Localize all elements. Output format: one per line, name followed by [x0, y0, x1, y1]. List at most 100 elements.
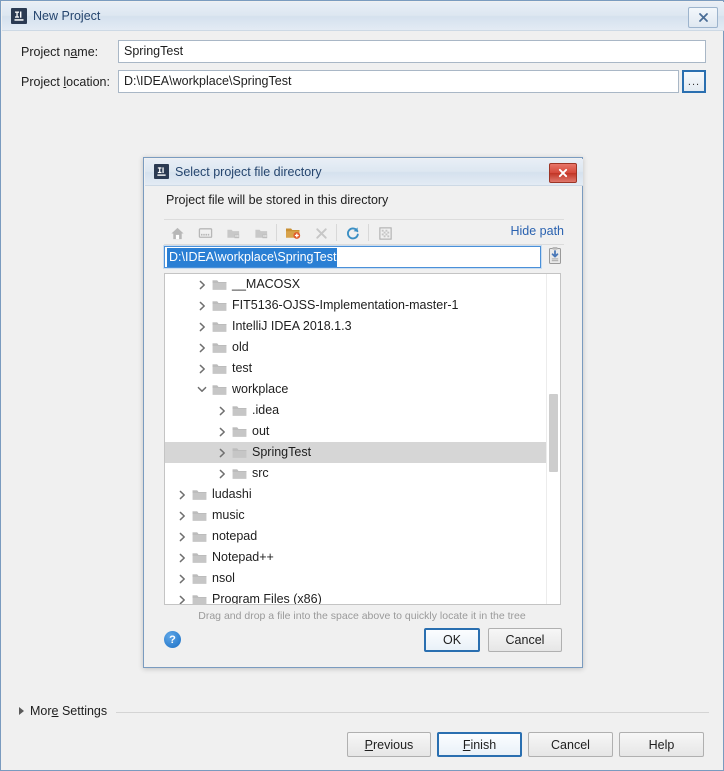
folder-icon	[191, 526, 207, 547]
project-location-input[interactable]: D:\IDEA\workplace\SpringTest	[118, 70, 679, 93]
chevron-right-icon[interactable]	[193, 316, 211, 337]
toolbar-separator	[276, 224, 277, 241]
tree-node-label: Notepad++	[212, 550, 274, 564]
tree-scrollbar[interactable]	[546, 274, 560, 604]
dialog-cancel-button[interactable]: Cancel	[488, 628, 562, 652]
tree-row[interactable]: out	[165, 421, 560, 442]
drag-drop-hint: Drag and drop a file into the space abov…	[198, 610, 526, 622]
chevron-right-icon[interactable]	[193, 337, 211, 358]
dialog-titlebar: Select project file directory	[145, 159, 583, 186]
tree-node-label: test	[232, 361, 253, 375]
chevron-right-icon[interactable]	[213, 442, 231, 463]
chevron-right-icon[interactable]	[173, 547, 191, 568]
tree-row[interactable]: SpringTest	[165, 442, 560, 463]
tree-row[interactable]: Notepad++	[165, 547, 560, 568]
folder-icon	[231, 421, 247, 442]
tree-row[interactable]: FIT5136-OJSS-Implementation-master-1	[165, 295, 560, 316]
tree-row[interactable]: test	[165, 358, 560, 379]
path-input[interactable]: D:\IDEA\workplace\SpringTest	[163, 245, 542, 269]
folder-icon	[231, 442, 247, 463]
chevron-right-icon[interactable]	[173, 589, 191, 604]
folder-icon	[191, 568, 207, 589]
refresh-icon[interactable]	[342, 223, 364, 243]
chevron-right-icon[interactable]	[213, 463, 231, 484]
folder-icon	[191, 505, 207, 526]
chevron-down-icon[interactable]	[193, 379, 211, 400]
tree-node-label: out	[252, 424, 270, 438]
toolbar-separator	[368, 224, 369, 241]
home-icon[interactable]	[166, 223, 188, 243]
show-hidden-icon[interactable]	[374, 223, 396, 243]
intellij-idea-icon	[11, 8, 27, 24]
tree-row[interactable]: notepad	[165, 526, 560, 547]
folder-icon	[211, 379, 227, 400]
new-folder-icon[interactable]	[282, 223, 304, 243]
new-project-window: New Project Project name: SpringTest Pro…	[0, 0, 724, 771]
tree-node-label: ludashi	[212, 487, 252, 501]
folder-icon	[211, 316, 227, 337]
project-location-label: Project location:	[21, 75, 110, 89]
tree-node-label: nsol	[212, 571, 235, 585]
dialog-title: Select project file directory	[175, 165, 322, 179]
tree-node-label: workplace	[232, 382, 289, 396]
dialog-close-button[interactable]	[549, 163, 577, 183]
desktop-icon[interactable]	[194, 223, 216, 243]
tree-row[interactable]: __MACOSX	[165, 274, 560, 295]
tree-row[interactable]: Program Files (x86)	[165, 589, 560, 605]
previous-button[interactable]: Previous	[347, 732, 431, 757]
cancel-button[interactable]: Cancel	[528, 732, 613, 757]
tree-node-label: SpringTest	[252, 445, 312, 459]
chevron-right-icon[interactable]	[173, 484, 191, 505]
tree-row[interactable]: music	[165, 505, 560, 526]
delete-icon[interactable]	[310, 223, 332, 243]
tree-row[interactable]: src	[165, 463, 560, 484]
toolbar-separator	[336, 224, 337, 241]
chevron-right-icon[interactable]	[173, 526, 191, 547]
project-name-label: Project name:	[21, 45, 99, 59]
tree-node-label: __MACOSX	[232, 277, 301, 291]
chevron-right-icon[interactable]	[213, 421, 231, 442]
window-close-button[interactable]	[688, 7, 718, 28]
tree-node-label: Program Files (x86)	[212, 592, 322, 605]
window-title: New Project	[33, 9, 101, 23]
tree-row[interactable]: old	[165, 337, 560, 358]
directory-tree[interactable]: __MACOSX FIT5136-OJSS-Implementation-mast…	[164, 273, 561, 605]
file-chooser-toolbar: Hide path	[164, 219, 564, 245]
hide-path-link[interactable]: Hide path	[510, 224, 564, 238]
chevron-right-icon[interactable]	[193, 358, 211, 379]
intellij-idea-icon	[154, 164, 169, 179]
project-name-input[interactable]: SpringTest	[118, 40, 706, 63]
folder-icon	[191, 484, 207, 505]
tree-row[interactable]: .idea	[165, 400, 560, 421]
tree-scrollbar-thumb[interactable]	[549, 394, 558, 472]
tree-node-label: FIT5136-OJSS-Implementation-master-1	[232, 298, 459, 312]
folder-icon	[231, 400, 247, 421]
more-settings-expander[interactable]: More Settings	[19, 704, 107, 718]
tree-row-container: __MACOSX FIT5136-OJSS-Implementation-mast…	[165, 274, 560, 605]
ok-button[interactable]: OK	[424, 628, 480, 652]
dialog-help-icon[interactable]: ?	[164, 631, 181, 648]
tree-node-label: notepad	[212, 529, 258, 543]
chevron-right-icon[interactable]	[173, 568, 191, 589]
help-button[interactable]: Help	[619, 732, 704, 757]
browse-location-button[interactable]: ...	[682, 70, 706, 93]
tree-row[interactable]: nsol	[165, 568, 560, 589]
folder-icon	[211, 295, 227, 316]
folder-icon	[231, 463, 247, 484]
paste-icon[interactable]	[547, 246, 563, 266]
folder-icon	[191, 589, 207, 604]
dialog-subtitle: Project file will be stored in this dire…	[166, 193, 389, 207]
project-dir-icon[interactable]	[222, 223, 244, 243]
tree-row[interactable]: ludashi	[165, 484, 560, 505]
tree-row[interactable]: IntelliJ IDEA 2018.1.3	[165, 316, 560, 337]
chevron-right-icon[interactable]	[193, 274, 211, 295]
finish-button[interactable]: Finish	[437, 732, 522, 757]
tree-node-label: src	[252, 466, 269, 480]
module-dir-icon[interactable]	[250, 223, 272, 243]
tree-row[interactable]: workplace	[165, 379, 560, 400]
chevron-right-icon[interactable]	[193, 295, 211, 316]
chevron-right-icon[interactable]	[213, 400, 231, 421]
chevron-right-icon[interactable]	[173, 505, 191, 526]
window-titlebar: New Project	[2, 2, 724, 31]
tree-node-label: .idea	[252, 403, 280, 417]
